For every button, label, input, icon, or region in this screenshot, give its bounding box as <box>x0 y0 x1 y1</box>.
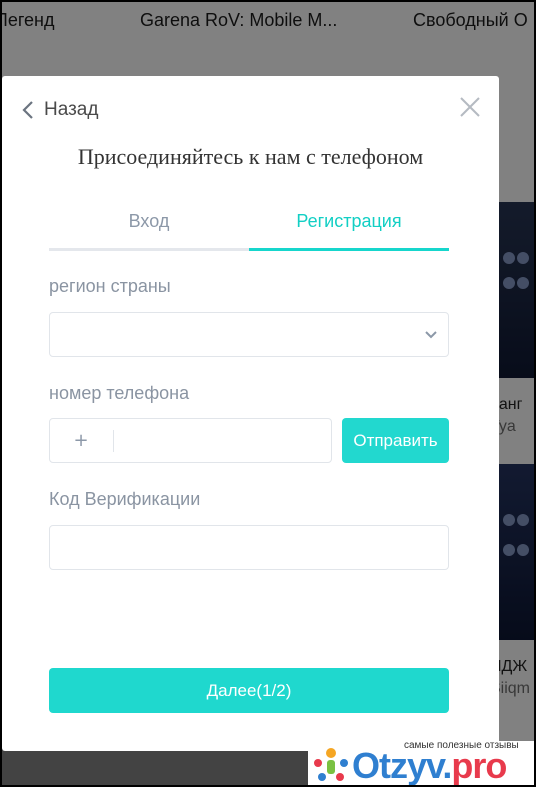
background-thumbnail-2[interactable] <box>499 464 534 640</box>
close-icon[interactable] <box>459 96 481 118</box>
chevron-left-icon <box>22 101 33 119</box>
background-link-2[interactable]: Garena RoV: Mobile M... <box>140 10 337 31</box>
phone-label: номер телефона <box>49 383 190 403</box>
phone-prefix[interactable]: + <box>50 419 112 462</box>
signup-modal: Назад Присоединяйтесь к нам с телефоном … <box>2 76 499 751</box>
background-header: Легенд Garena RoV: Mobile M... Свободный… <box>2 2 534 85</box>
modal-title: Присоединяйтесь к нам с телефоном <box>77 144 424 169</box>
screen: Легенд Garena RoV: Mobile M... Свободный… <box>2 2 534 785</box>
logo-figure-icon <box>314 748 348 781</box>
verification-code-field <box>49 525 452 571</box>
phone-input[interactable] <box>116 421 330 461</box>
region-select[interactable] <box>49 312 449 357</box>
region-label: регион страны <box>49 276 171 296</box>
back-label: Назад <box>44 99 99 120</box>
back-button[interactable]: Назад <box>22 98 98 122</box>
watermark-logo: Otzyv.pro <box>352 745 507 785</box>
phone-separator <box>113 430 114 452</box>
verification-code-input[interactable] <box>50 526 452 571</box>
background-thumbnail-1[interactable] <box>499 202 534 378</box>
code-label: Код Верификации <box>49 489 201 509</box>
phone-field: + <box>49 418 332 463</box>
send-code-button[interactable]: Отправить <box>342 418 449 463</box>
auth-tabs: Вход Регистрация <box>49 206 449 251</box>
background-link-3[interactable]: Свободный О <box>413 10 528 31</box>
tab-registration[interactable]: Регистрация <box>249 206 449 251</box>
tab-login[interactable]: Вход <box>49 206 249 251</box>
chevron-down-icon <box>425 331 437 339</box>
watermark: самые полезные отзывы Otzyv.pro <box>308 740 534 785</box>
background-link-1[interactable]: Легенд <box>2 10 54 31</box>
next-button[interactable]: Далее(1/2) <box>49 668 449 713</box>
